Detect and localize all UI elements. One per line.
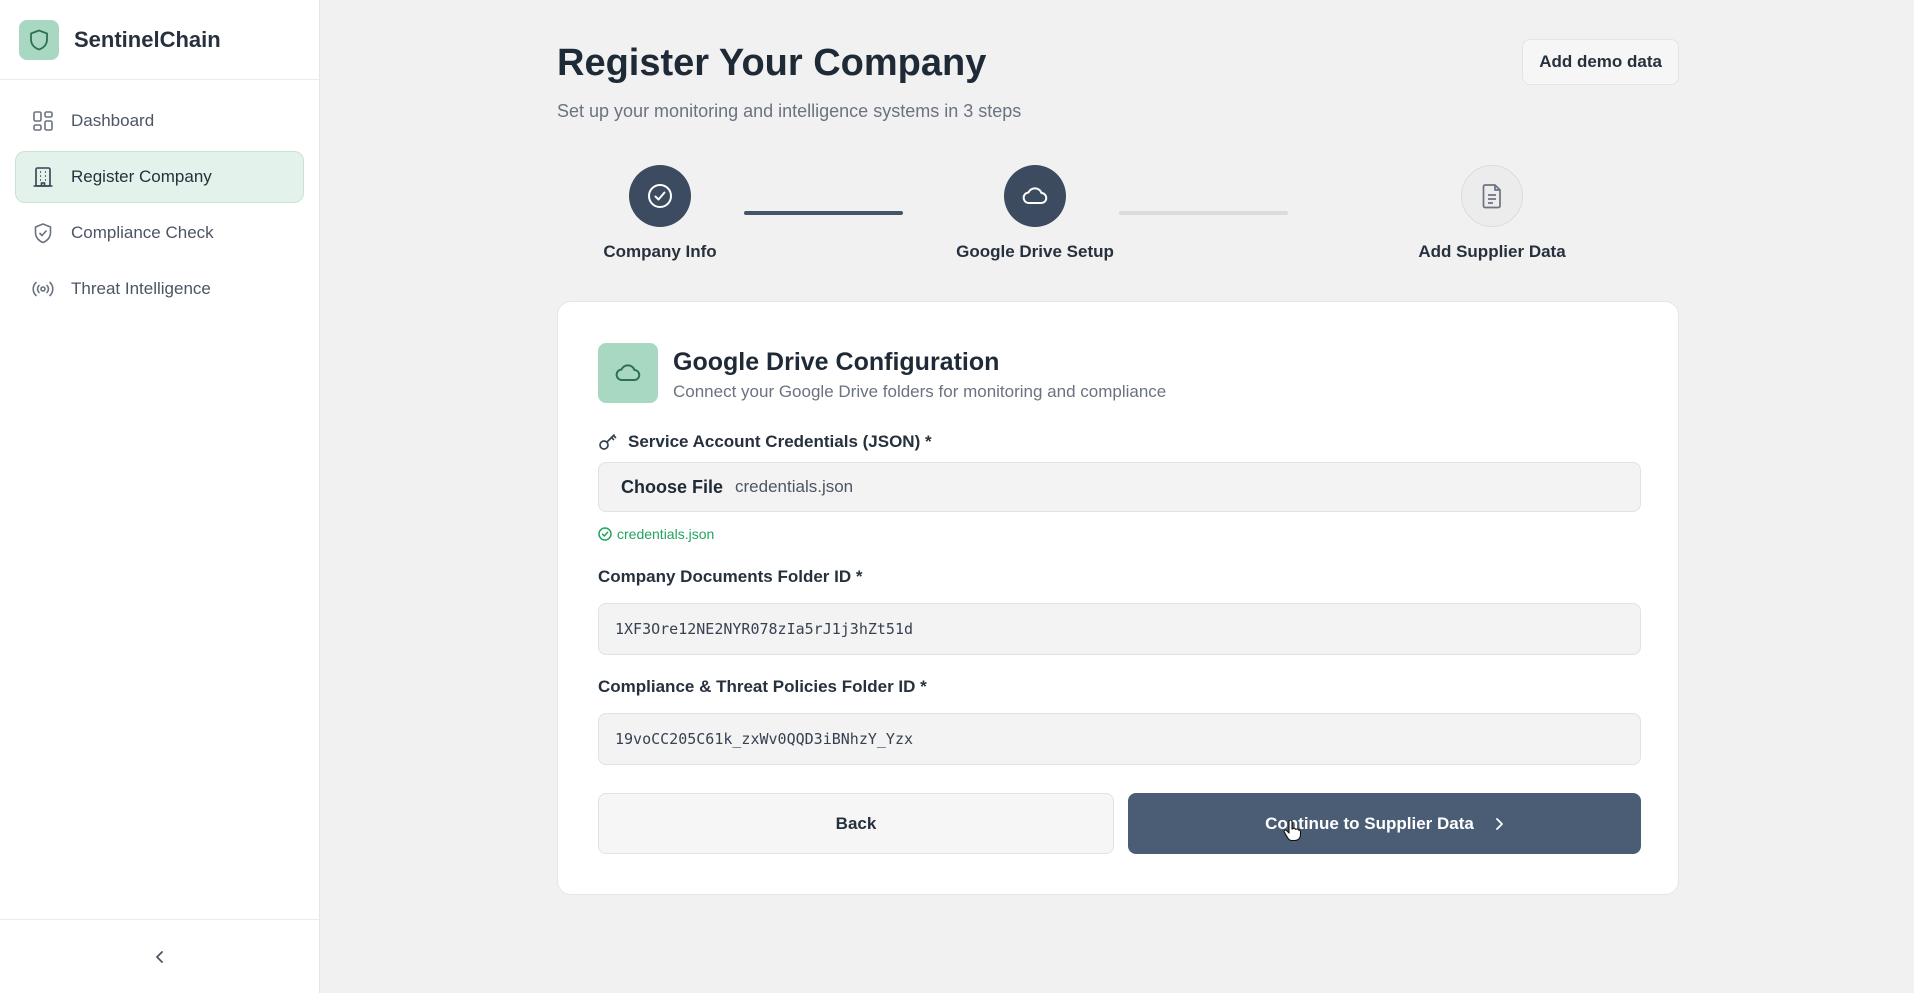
policies-folder-label: Compliance & Threat Policies Folder ID * [598,677,927,696]
cloud-icon [1004,165,1066,227]
chevron-right-icon [1494,817,1504,831]
check-circle-icon [598,527,612,541]
document-icon [1461,165,1523,227]
continue-button[interactable]: Continue to Supplier Data [1128,793,1641,854]
check-circle-icon [629,165,691,227]
step-label: Add Supplier Data [1418,242,1566,261]
credentials-label: Service Account Credentials (JSON) * [598,432,932,452]
page-subtitle: Set up your monitoring and intelligence … [557,101,1022,121]
sidebar-item-compliance-check[interactable]: Compliance Check [15,207,304,259]
key-icon [598,433,618,451]
sidebar-item-label: Threat Intelligence [71,279,211,298]
step-add-supplier-data: Add Supplier Data [1392,165,1592,262]
sidebar: SentinelChain Dashboard Register Company… [0,0,320,993]
cloud-icon [598,343,658,403]
step-label: Company Info [603,242,717,261]
card-title: Google Drive Configuration [673,348,1000,376]
grid-icon [31,109,55,133]
card-subtitle: Connect your Google Drive folders for mo… [673,382,1167,401]
building-icon [31,165,55,189]
step-company-info: Company Info [560,165,760,262]
add-demo-data-button[interactable]: Add demo data [1522,39,1679,85]
app-name: SentinelChain [74,26,221,52]
credentials-file-input[interactable]: Choose File credentials.json [598,462,1641,512]
upload-success-status: credentials.json [598,526,714,542]
shield-icon [19,19,59,60]
sidebar-item-label: Compliance Check [71,223,214,242]
continue-button-label: Continue to Supplier Data [1265,813,1474,833]
policies-folder-id-input[interactable] [598,713,1641,765]
step-label: Google Drive Setup [956,242,1114,261]
step-connector-pending [1119,211,1288,215]
sidebar-item-register-company[interactable]: Register Company [15,151,304,203]
company-folder-id-input[interactable] [598,603,1641,655]
radio-signal-icon [31,277,55,301]
brand: SentinelChain [0,0,319,80]
google-drive-config-card: Google Drive Configuration Connect your … [557,301,1679,895]
selected-file-name: credentials.json [735,477,854,496]
choose-file-button[interactable]: Choose File [621,477,723,498]
step-google-drive-setup: Google Drive Setup [935,165,1135,262]
sidebar-footer [0,919,319,993]
step-connector-complete [744,211,903,215]
sidebar-item-threat-intelligence[interactable]: Threat Intelligence [15,263,304,315]
page-title: Register Your Company [557,42,987,84]
shield-check-icon [31,221,55,245]
sidebar-item-label: Dashboard [71,111,155,130]
company-folder-label: Company Documents Folder ID * [598,567,863,586]
chevron-left-icon[interactable] [143,940,177,974]
sidebar-nav: Dashboard Register Company Compliance Ch… [0,80,319,315]
back-button[interactable]: Back [598,793,1114,854]
sidebar-item-dashboard[interactable]: Dashboard [15,95,304,147]
sidebar-item-label: Register Company [71,167,212,186]
